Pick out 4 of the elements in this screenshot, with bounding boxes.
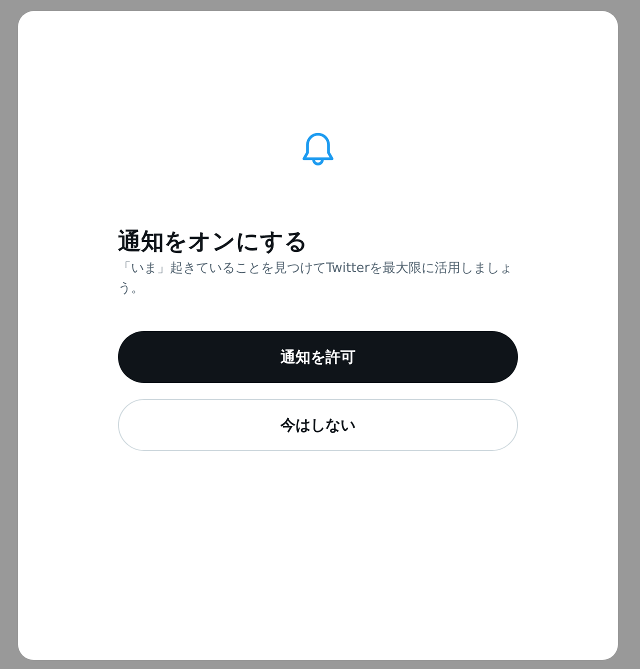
allow-button[interactable]: 通知を許可 (118, 331, 518, 383)
dialog-description: 「いま」起きていることを見つけてTwitterを最大限に活用しましょう。 (118, 260, 514, 298)
not-now-button[interactable]: 今はしない (118, 399, 518, 451)
dialog-title: 通知をオンにする (118, 228, 309, 257)
